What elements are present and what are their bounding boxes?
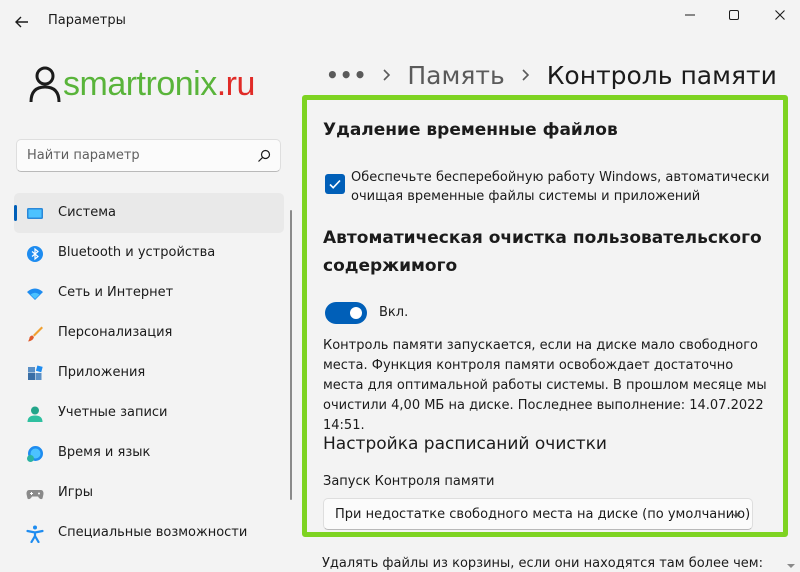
search-placeholder: Найти параметр [27, 148, 140, 163]
minimize-button[interactable] [670, 4, 710, 26]
network-icon [27, 288, 43, 300]
sidebar-item-label: Система [58, 205, 117, 220]
search-input[interactable]: Найти параметр [16, 139, 281, 172]
sidebar-item-network[interactable]: Сеть и Интернет [14, 273, 284, 313]
sidebar-item-accounts[interactable]: Учетные записи [14, 393, 284, 433]
app-title: Параметры [48, 13, 126, 28]
time-language-icon [27, 446, 43, 462]
sidebar-item-label: Специальные возможности [58, 525, 248, 540]
auto-cleanup-heading-line1: Автоматическая очистка пользовательского [323, 228, 762, 248]
sidebar-item-label: Персонализация [58, 325, 173, 340]
sidebar-item-accessibility[interactable]: Специальные возможности [14, 513, 284, 553]
schedule-heading: Настройка расписаний очистки [323, 434, 607, 454]
search-icon [258, 149, 271, 162]
toggle-knob [350, 307, 362, 319]
run-storage-sense-label: Запуск Контроля памяти [323, 474, 495, 489]
apps-icon [28, 365, 43, 380]
chevron-down-icon [731, 512, 741, 518]
scroll-down-icon[interactable] [784, 556, 798, 572]
chevron-right-icon [383, 69, 391, 81]
auto-cleanup-heading-line2: содержимого [323, 256, 458, 276]
sidebar-item-bluetooth[interactable]: Bluetooth и устройства [14, 233, 284, 273]
breadcrumb-more-button[interactable]: ••• [326, 63, 367, 87]
sidebar-item-personalization[interactable]: Персонализация [14, 313, 284, 353]
highlighted-settings-panel: Удаление временные файлов Обеспечьте бес… [302, 95, 788, 537]
chevron-right-icon [522, 69, 529, 81]
temp-files-heading: Удаление временные файлов [323, 120, 618, 140]
sidebar-item-label: Учетные записи [58, 405, 168, 420]
logo-text: smartronix.ru [63, 65, 255, 104]
sidebar-nav: Система Bluetooth и устройства Сеть и Ин… [14, 193, 284, 553]
selection-indicator [14, 205, 17, 221]
close-icon [775, 10, 785, 20]
run-storage-sense-dropdown[interactable]: При недостатке свободного места на диске… [323, 498, 753, 530]
temp-files-checkbox-label: Обеспечьте бесперебойную работу Windows,… [351, 170, 770, 204]
minimize-icon [685, 14, 695, 16]
bluetooth-icon [27, 246, 43, 262]
sidebar-item-label: Игры [58, 485, 94, 500]
sidebar-item-label: Время и язык [58, 445, 151, 460]
page-title: Контроль памяти [546, 60, 777, 90]
back-arrow-icon [15, 16, 28, 28]
person-icon [29, 66, 61, 103]
gamepad-icon [26, 490, 44, 500]
sidebar-item-time-language[interactable]: Время и язык [14, 433, 284, 473]
back-button[interactable] [10, 10, 34, 34]
maximize-icon [729, 10, 739, 20]
storage-sense-toggle[interactable] [325, 302, 367, 324]
sidebar-item-label: Bluetooth и устройства [58, 245, 216, 260]
sidebar-item-apps[interactable]: Приложения [14, 353, 284, 393]
close-button[interactable] [760, 4, 800, 26]
brush-icon [28, 326, 43, 342]
title-bar: Параметры [0, 0, 800, 44]
storage-sense-description: Контроль памяти запускается, если на дис… [323, 338, 767, 433]
accounts-icon [27, 406, 43, 422]
sidebar-scrollbar[interactable] [290, 210, 292, 500]
sidebar-item-label: Приложения [58, 365, 146, 380]
system-icon [27, 208, 43, 219]
breadcrumb: ••• Память Контроль памяти [326, 55, 777, 95]
checkmark-icon [329, 179, 341, 189]
logo-text-domain: .ru [216, 64, 256, 103]
smartronix-logo: smartronix.ru [28, 62, 255, 106]
maximize-button[interactable] [714, 4, 754, 26]
accessibility-icon [26, 525, 44, 543]
sidebar-item-label: Сеть и Интернет [58, 285, 174, 300]
recycle-bin-label: Удалять файлы из корзины, если они наход… [322, 556, 763, 571]
logo-text-main: smartronix [63, 64, 217, 103]
dropdown-selected-value: При недостатке свободного места на диске… [335, 507, 751, 522]
breadcrumb-parent[interactable]: Память [407, 61, 504, 90]
sidebar-item-system[interactable]: Система [14, 193, 284, 233]
toggle-state-label: Вкл. [379, 305, 409, 320]
sidebar-item-gaming[interactable]: Игры [14, 473, 284, 513]
temp-files-checkbox[interactable] [325, 174, 345, 194]
